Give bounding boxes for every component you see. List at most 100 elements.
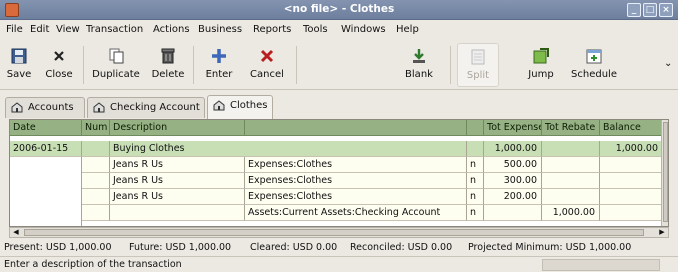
vertical-scrollbar[interactable] bbox=[661, 120, 668, 226]
maximize-button[interactable]: □ bbox=[643, 3, 657, 17]
split-rebate[interactable] bbox=[542, 189, 600, 205]
txn-date[interactable]: 2006-01-15 bbox=[10, 141, 82, 157]
txn-description[interactable]: Buying Clothes bbox=[110, 141, 467, 157]
split-balance bbox=[600, 205, 663, 221]
close-label: Close bbox=[45, 69, 73, 80]
split-r[interactable]: n bbox=[467, 189, 484, 205]
split-memo[interactable] bbox=[110, 205, 245, 221]
floppy-disk-icon bbox=[11, 48, 27, 64]
menu-tools[interactable]: Tools bbox=[303, 24, 328, 35]
register-table: Date Num Description Tot Expense Tot Reb… bbox=[9, 119, 669, 227]
toolbar-overflow-chevron-icon[interactable]: ⌄ bbox=[664, 58, 672, 69]
horizontal-scrollbar[interactable]: ◀ ▶ bbox=[9, 227, 669, 238]
split-expense[interactable]: 300.00 bbox=[484, 173, 542, 189]
menu-edit[interactable]: Edit bbox=[30, 24, 49, 35]
split-account[interactable]: Expenses:Clothes bbox=[245, 173, 467, 189]
menu-actions[interactable]: Actions bbox=[153, 24, 190, 35]
title-bar: <no file> - Clothes _ □ × bbox=[0, 0, 678, 20]
tab-clothes[interactable]: Clothes bbox=[207, 95, 273, 119]
horizontal-scroll-thumb[interactable] bbox=[24, 229, 644, 236]
split-action[interactable] bbox=[82, 173, 110, 189]
duplicate-button[interactable]: Duplicate bbox=[88, 43, 144, 87]
header-date[interactable]: Date bbox=[10, 120, 82, 136]
menu-transaction[interactable]: Transaction bbox=[86, 24, 143, 35]
tab-checking-account[interactable]: Checking Account bbox=[87, 97, 205, 118]
close-window-button[interactable]: × bbox=[659, 3, 673, 17]
header-r[interactable] bbox=[467, 120, 484, 136]
summary-cleared: Cleared: USD 0.00 bbox=[250, 242, 338, 253]
split-account[interactable]: Expenses:Clothes bbox=[245, 189, 467, 205]
menu-help[interactable]: Help bbox=[396, 24, 419, 35]
menu-bar: File Edit View Transaction Actions Busin… bbox=[0, 20, 678, 40]
enter-button[interactable]: Enter bbox=[198, 43, 240, 87]
split-rebate[interactable] bbox=[542, 173, 600, 189]
menu-windows[interactable]: Windows bbox=[341, 24, 386, 35]
txn-tot-rebate[interactable] bbox=[542, 141, 600, 157]
split-date-blank bbox=[10, 157, 82, 226]
split-row[interactable]: Jeans R Us Expenses:Clothes n 500.00 bbox=[82, 157, 663, 173]
toolbar-separator bbox=[83, 46, 84, 84]
header-description[interactable]: Description bbox=[110, 120, 245, 136]
cancel-x-icon bbox=[260, 49, 274, 63]
split-expense[interactable]: 500.00 bbox=[484, 157, 542, 173]
split-row[interactable]: Jeans R Us Expenses:Clothes n 200.00 bbox=[82, 189, 663, 205]
minimize-button[interactable]: _ bbox=[627, 3, 641, 17]
menu-file[interactable]: File bbox=[6, 24, 23, 35]
header-tot-expense[interactable]: Tot Expense bbox=[484, 120, 542, 136]
split-memo[interactable]: Jeans R Us bbox=[110, 173, 245, 189]
split-expense[interactable]: 200.00 bbox=[484, 189, 542, 205]
summary-projected-minimum: Projected Minimum: USD 1,000.00 bbox=[468, 242, 632, 253]
split-balance bbox=[600, 157, 663, 173]
vertical-scroll-thumb[interactable] bbox=[663, 122, 668, 222]
split-expense[interactable] bbox=[484, 205, 542, 221]
header-balance[interactable]: Balance bbox=[600, 120, 663, 136]
header-num[interactable]: Num bbox=[82, 120, 110, 136]
split-rebate[interactable]: 1,000.00 bbox=[542, 205, 600, 221]
house-icon bbox=[93, 102, 105, 113]
split-rebate[interactable] bbox=[542, 157, 600, 173]
toolbar-separator bbox=[296, 46, 297, 84]
split-row[interactable]: Assets:Current Assets:Checking Account n… bbox=[82, 205, 663, 221]
split-row[interactable]: Jeans R Us Expenses:Clothes n 300.00 bbox=[82, 173, 663, 189]
txn-r bbox=[467, 141, 484, 157]
split-button[interactable]: Split bbox=[457, 43, 499, 87]
header-tot-rebate[interactable]: Tot Rebate bbox=[542, 120, 600, 136]
summary-future: Future: USD 1,000.00 bbox=[129, 242, 232, 253]
menu-view[interactable]: View bbox=[56, 24, 80, 35]
schedule-calendar-icon bbox=[586, 49, 602, 64]
tab-label: Accounts bbox=[28, 102, 74, 113]
menu-reports[interactable]: Reports bbox=[253, 24, 291, 35]
split-memo[interactable]: Jeans R Us bbox=[110, 189, 245, 205]
save-button[interactable]: Save bbox=[2, 43, 36, 87]
split-r[interactable]: n bbox=[467, 205, 484, 221]
schedule-button[interactable]: Schedule bbox=[566, 43, 622, 87]
menu-business[interactable]: Business bbox=[198, 24, 242, 35]
txn-tot-expense[interactable]: 1,000.00 bbox=[484, 141, 542, 157]
scroll-left-arrow-icon[interactable]: ◀ bbox=[11, 228, 21, 237]
delete-label: Delete bbox=[151, 69, 185, 80]
header-transfer[interactable] bbox=[245, 120, 467, 136]
split-account[interactable]: Expenses:Clothes bbox=[245, 157, 467, 173]
close-button[interactable]: Close bbox=[40, 43, 78, 87]
split-r[interactable]: n bbox=[467, 173, 484, 189]
txn-balance: 1,000.00 bbox=[600, 141, 663, 157]
summary-reconciled: Reconciled: USD 0.00 bbox=[350, 242, 453, 253]
split-memo[interactable]: Jeans R Us bbox=[110, 157, 245, 173]
jump-button[interactable]: Jump bbox=[522, 43, 560, 87]
split-action[interactable] bbox=[82, 189, 110, 205]
scroll-right-arrow-icon[interactable]: ▶ bbox=[657, 228, 667, 237]
delete-button[interactable]: Delete bbox=[148, 43, 188, 87]
status-message: Enter a description of the transaction bbox=[4, 259, 182, 270]
close-icon bbox=[54, 51, 64, 61]
txn-num[interactable] bbox=[82, 141, 110, 157]
duplicate-label: Duplicate bbox=[92, 69, 140, 80]
split-action[interactable] bbox=[82, 157, 110, 173]
split-balance bbox=[600, 189, 663, 205]
split-account[interactable]: Assets:Current Assets:Checking Account bbox=[245, 205, 467, 221]
blank-button[interactable]: Blank bbox=[400, 43, 438, 87]
tab-accounts[interactable]: Accounts bbox=[5, 97, 85, 118]
split-r[interactable]: n bbox=[467, 157, 484, 173]
transaction-row[interactable]: 2006-01-15 Buying Clothes 1,000.00 1,000… bbox=[10, 141, 663, 157]
split-action[interactable] bbox=[82, 205, 110, 221]
cancel-button[interactable]: Cancel bbox=[244, 43, 290, 87]
